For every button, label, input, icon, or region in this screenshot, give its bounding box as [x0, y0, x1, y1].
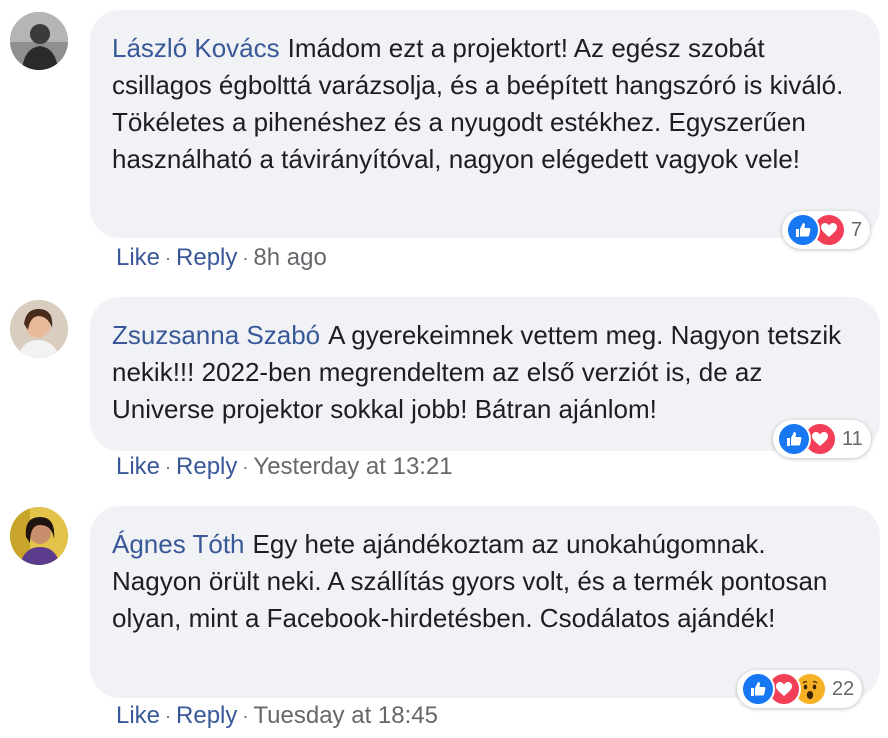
- separator: ·: [242, 706, 249, 726]
- avatar[interactable]: [10, 300, 68, 358]
- avatar[interactable]: [10, 507, 68, 565]
- comment-actions: Like · Reply · 8h ago: [116, 243, 327, 273]
- avatar-woman-icon: [10, 300, 68, 358]
- like-button[interactable]: Like: [116, 701, 160, 731]
- comment-bubble: Zsuzsanna Szabó A gyerekeimnek vettem meg…: [90, 297, 880, 451]
- comment-author[interactable]: Ágnes Tóth: [112, 529, 245, 559]
- separator: ·: [242, 457, 249, 477]
- separator: ·: [165, 248, 172, 268]
- reactions-summary[interactable]: 7: [782, 211, 871, 249]
- comment-bubble: László Kovács Imádom ezt a projektort! Az…: [90, 10, 880, 238]
- reply-button[interactable]: Reply: [176, 243, 237, 273]
- avatar-woman-icon: [10, 507, 68, 565]
- comment-timestamp[interactable]: 8h ago: [253, 243, 326, 273]
- reactions-summary[interactable]: 22: [737, 670, 863, 708]
- reaction-count: 11: [842, 427, 863, 450]
- separator: ·: [165, 706, 172, 726]
- avatar[interactable]: [10, 12, 68, 70]
- like-icon: [777, 422, 811, 456]
- reply-button[interactable]: Reply: [176, 701, 237, 731]
- comment-author[interactable]: Zsuzsanna Szabó: [112, 320, 320, 350]
- comment-timestamp[interactable]: Yesterday at 13:21: [253, 452, 452, 482]
- like-icon: [786, 213, 820, 247]
- reply-button[interactable]: Reply: [176, 452, 237, 482]
- reaction-count: 22: [832, 677, 855, 700]
- avatar-man-icon: [10, 12, 68, 70]
- reactions-summary[interactable]: 11: [773, 420, 871, 458]
- like-icon: [741, 672, 775, 706]
- comment-actions: Like · Reply · Yesterday at 13:21: [116, 452, 453, 482]
- comment-actions: Like · Reply · Tuesday at 18:45: [116, 701, 438, 731]
- like-button[interactable]: Like: [116, 452, 160, 482]
- reaction-count: 7: [851, 218, 863, 241]
- separator: ·: [165, 457, 172, 477]
- separator: ·: [242, 248, 249, 268]
- comment-author[interactable]: László Kovács: [112, 33, 280, 63]
- like-button[interactable]: Like: [116, 243, 160, 273]
- comment-timestamp[interactable]: Tuesday at 18:45: [253, 701, 438, 731]
